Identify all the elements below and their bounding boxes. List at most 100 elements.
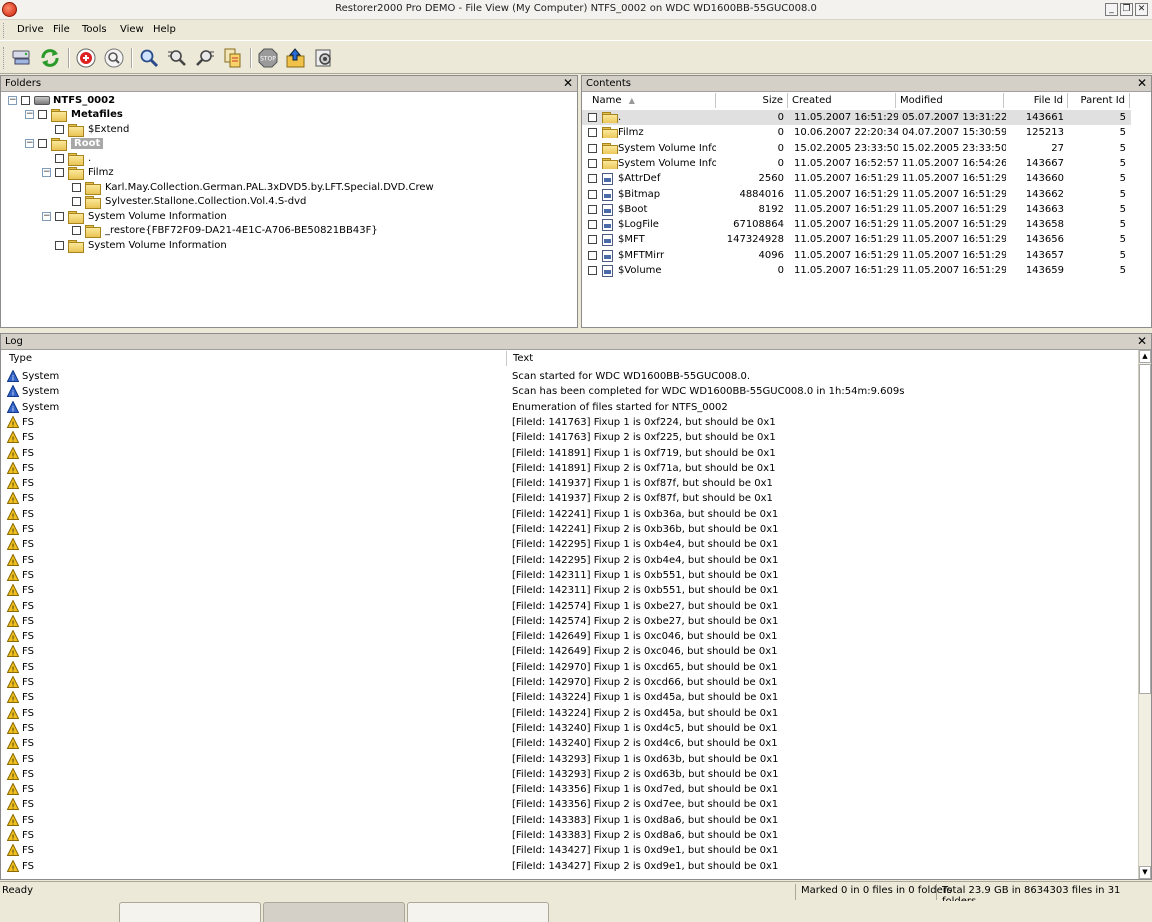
log-row[interactable]: ! FS [FileId: 142574] Fixup 2 is 0xbe27, b… — [3, 614, 1133, 629]
tree-node[interactable]: $Extend — [42, 122, 129, 137]
log-row[interactable]: ! FS [FileId: 142649] Fixup 1 is 0xc046, b… — [3, 629, 1133, 644]
log-row[interactable]: ! FS [FileId: 142311] Fixup 1 is 0xb551, b… — [3, 568, 1133, 583]
checkbox[interactable] — [588, 128, 597, 138]
refresh-icon[interactable] — [38, 46, 62, 70]
table-row[interactable]: System Volume Info... 0 15.02.2005 23:33:5… — [582, 141, 1131, 156]
checkbox[interactable] — [588, 266, 597, 275]
checkbox[interactable] — [588, 189, 597, 199]
collapse-icon[interactable]: − — [25, 110, 34, 119]
stop-icon[interactable]: STOP — [256, 46, 280, 70]
checkbox[interactable] — [55, 153, 64, 163]
table-row[interactable]: $MFTMirr 4096 11.05.2007 16:51:29 11.05.200… — [582, 248, 1131, 263]
col-modified[interactable]: Modified — [896, 93, 1004, 108]
col-name[interactable]: Name ▲ — [582, 93, 716, 108]
checkbox[interactable] — [72, 182, 81, 192]
log-row[interactable]: ! FS [FileId: 141891] Fixup 2 is 0xf71a, b… — [3, 461, 1133, 476]
checkbox[interactable] — [588, 204, 597, 214]
log-row[interactable]: ! FS [FileId: 143383] Fixup 2 is 0xd8a6, b… — [3, 828, 1133, 843]
close-button[interactable]: ✕ — [1135, 3, 1148, 16]
checkbox[interactable] — [38, 139, 47, 148]
folders-close-icon[interactable]: ✕ — [563, 76, 573, 90]
copy-icon[interactable] — [221, 46, 245, 70]
collapse-icon[interactable]: − — [8, 95, 17, 105]
log-row[interactable]: ! FS [FileId: 142970] Fixup 1 is 0xcd65, b… — [3, 660, 1133, 675]
checkbox[interactable] — [588, 220, 597, 230]
log-row[interactable]: ! FS [FileId: 142970] Fixup 2 is 0xcd66, b… — [3, 675, 1133, 690]
tree-node[interactable]: . — [42, 151, 91, 166]
log-row[interactable]: ! FS [FileId: 143383] Fixup 1 is 0xd8a6, b… — [3, 813, 1133, 828]
checkbox[interactable] — [55, 211, 64, 221]
log-row[interactable]: ! FS [FileId: 142574] Fixup 1 is 0xbe27, b… — [3, 599, 1133, 614]
bottom-tab[interactable] — [119, 902, 261, 922]
log-row[interactable]: ! FS [FileId: 141937] Fixup 1 is 0xf87f, b… — [3, 476, 1133, 491]
find-prev-icon[interactable] — [193, 46, 217, 70]
log-row[interactable]: ! FS [FileId: 141891] Fixup 1 is 0xf719, b… — [3, 446, 1133, 461]
log-row[interactable]: ! FS [FileId: 143240] Fixup 1 is 0xd4c5, b… — [3, 721, 1133, 736]
table-row[interactable]: $LogFile 67108864 11.05.2007 16:51:29 11.05… — [582, 217, 1131, 232]
menu-tools[interactable]: Tools — [82, 24, 107, 35]
table-row[interactable]: . 0 11.05.2007 16:51:29 05.07.2007 13:31:22… — [582, 110, 1131, 125]
log-row[interactable]: ! FS [FileId: 141763] Fixup 1 is 0xf224, b… — [3, 415, 1133, 430]
col-parentid[interactable]: Parent Id — [1068, 93, 1130, 108]
checkbox[interactable] — [588, 250, 597, 260]
checkbox[interactable] — [588, 235, 597, 245]
checkbox[interactable] — [588, 158, 597, 168]
menu-drive[interactable]: Drive — [17, 24, 44, 35]
menubar-grip[interactable] — [3, 23, 6, 38]
table-row[interactable]: $Boot 8192 11.05.2007 16:51:29 11.05.2007 1… — [582, 202, 1131, 217]
log-row[interactable]: ! FS [FileId: 143427] Fixup 2 is 0xd9e1, b… — [3, 859, 1133, 874]
tree-node[interactable]: _restore{FBF72F09-DA21-4E1C-A706-BE50821… — [59, 224, 378, 238]
export-icon[interactable] — [284, 46, 308, 70]
scroll-up-icon[interactable]: ▲ — [1139, 350, 1151, 363]
checkbox[interactable] — [72, 197, 81, 206]
collapse-icon[interactable]: − — [42, 168, 51, 177]
find-next-icon[interactable] — [165, 46, 189, 70]
table-row[interactable]: $AttrDef 2560 11.05.2007 16:51:29 11.05.200… — [582, 171, 1131, 186]
checkbox[interactable] — [588, 174, 597, 184]
checkbox[interactable] — [588, 143, 597, 153]
bottom-tab[interactable] — [407, 902, 549, 922]
checkbox[interactable] — [588, 113, 597, 122]
table-row[interactable]: System Volume Info... 0 11.05.2007 16:52:5… — [582, 156, 1131, 171]
log-row[interactable]: ! FS [FileId: 142311] Fixup 2 is 0xb551, b… — [3, 583, 1133, 598]
log-row[interactable]: i System Enumeration of files started for … — [3, 400, 1133, 415]
mark-icon[interactable] — [74, 46, 98, 70]
log-row[interactable]: ! FS [FileId: 143224] Fixup 1 is 0xd45a, b… — [3, 690, 1133, 705]
log-row[interactable]: ! FS [FileId: 143293] Fixup 2 is 0xd63b, b… — [3, 767, 1133, 782]
menu-help[interactable]: Help — [153, 24, 176, 35]
contents-close-icon[interactable]: ✕ — [1137, 76, 1147, 90]
checkbox[interactable] — [55, 124, 64, 134]
scroll-thumb[interactable] — [1139, 364, 1151, 694]
tree-node[interactable]: − NTFS_0002 — [8, 93, 115, 107]
tree-node[interactable]: Karl.May.Collection.German.PAL.3xDVD5.by… — [59, 180, 434, 195]
log-row[interactable]: i System Scan started for WDC WD1600BB-55G… — [3, 369, 1133, 384]
minimize-button[interactable]: _ — [1105, 3, 1118, 16]
checkbox[interactable] — [55, 168, 64, 177]
log-row[interactable]: ! FS [FileId: 142295] Fixup 1 is 0xb4e4, b… — [3, 537, 1133, 552]
checkbox[interactable] — [72, 226, 81, 235]
log-row[interactable]: ! FS [FileId: 142649] Fixup 2 is 0xc046, b… — [3, 644, 1133, 659]
col-size[interactable]: Size — [716, 93, 788, 108]
find-icon[interactable] — [137, 46, 161, 70]
scroll-down-icon[interactable]: ▼ — [1139, 866, 1151, 879]
col-fileid[interactable]: File Id — [1004, 93, 1068, 108]
log-close-icon[interactable]: ✕ — [1137, 334, 1147, 348]
collapse-icon[interactable]: − — [25, 139, 34, 148]
tree-node[interactable]: − System Volume Information — [42, 209, 227, 224]
log-row[interactable]: ! FS [FileId: 142295] Fixup 2 is 0xb4e4, b… — [3, 553, 1133, 568]
log-scrollbar[interactable]: ▲ ▼ — [1138, 350, 1151, 879]
col-type[interactable]: Type — [3, 351, 507, 366]
bottom-tab[interactable] — [263, 902, 405, 922]
tree-node[interactable]: System Volume Information — [42, 238, 227, 253]
restore-button[interactable]: ❐ — [1120, 3, 1133, 16]
collapse-icon[interactable]: − — [42, 211, 51, 221]
toolbar-grip[interactable] — [3, 47, 6, 69]
tree-node[interactable]: Sylvester.Stallone.Collection.Vol.4.S-dv… — [59, 195, 306, 209]
log-row[interactable]: ! FS [FileId: 142241] Fixup 2 is 0xb36b, b… — [3, 522, 1133, 537]
tree-node[interactable]: − Filmz — [42, 166, 114, 180]
log-row[interactable]: ! FS [FileId: 143293] Fixup 1 is 0xd63b, b… — [3, 752, 1133, 767]
table-row[interactable]: Filmz 0 10.06.2007 22:20:34 04.07.2007 15:3… — [582, 125, 1131, 140]
log-row[interactable]: ! FS [FileId: 143427] Fixup 1 is 0xd9e1, b… — [3, 843, 1133, 858]
col-created[interactable]: Created — [788, 93, 896, 108]
log-row[interactable]: i System Scan has been completed for WDC W… — [3, 384, 1133, 399]
